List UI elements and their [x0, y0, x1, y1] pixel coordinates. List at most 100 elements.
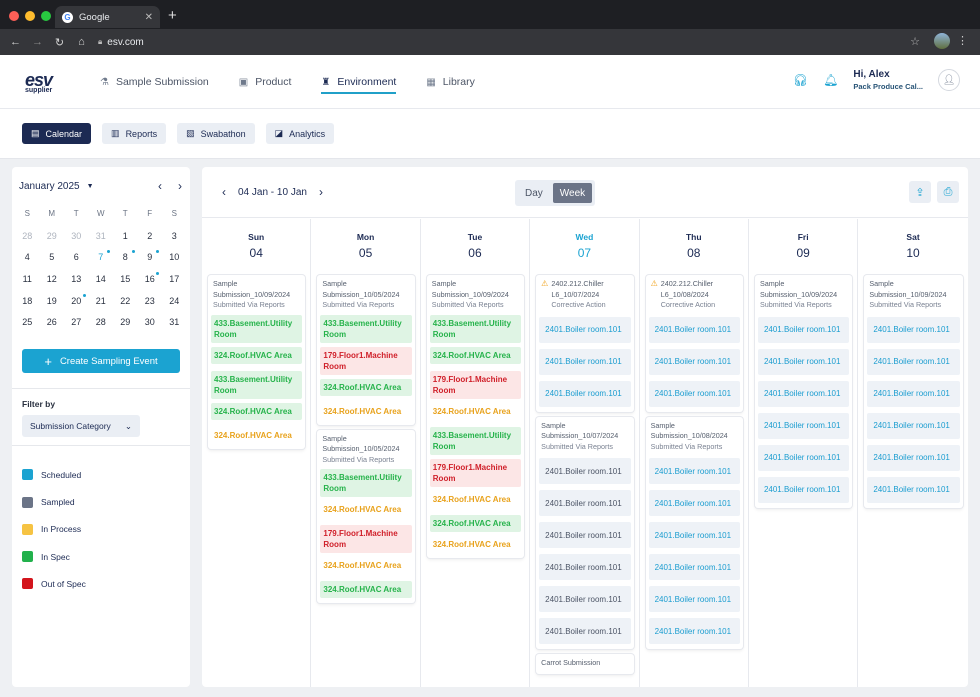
- subnav-calendar-button[interactable]: ▤ Calendar: [22, 123, 92, 144]
- sample-event[interactable]: 2401.Boiler room.101: [648, 554, 740, 580]
- calendar-day[interactable]: 17: [162, 268, 187, 290]
- sample-event[interactable]: 324.Roof.HVAC Area: [429, 402, 522, 420]
- esv-logo[interactable]: esv supplier: [25, 71, 53, 94]
- reload-icon[interactable]: ↻: [53, 36, 66, 49]
- sample-event[interactable]: 2401.Boiler room.101: [757, 444, 850, 471]
- upload-icon[interactable]: ⇪: [909, 181, 931, 203]
- sample-event[interactable]: 2401.Boiler room.101: [867, 316, 960, 343]
- calendar-day[interactable]: 1: [113, 225, 138, 247]
- submission-card[interactable]: Sample Submission_10/09/2024 Submitted Via…: [208, 275, 306, 449]
- sample-event[interactable]: 2401.Boiler room.101: [867, 412, 960, 439]
- maximize-window-button[interactable]: [41, 11, 51, 21]
- sample-event[interactable]: 324.Roof.HVAC Area: [320, 501, 412, 518]
- bell-icon[interactable]: 🔔︎: [823, 73, 838, 87]
- sample-event[interactable]: 2401.Boiler room.101: [539, 522, 631, 548]
- sample-event[interactable]: 433.Basement.Utility Room: [320, 469, 412, 497]
- back-icon[interactable]: ←: [9, 36, 22, 48]
- calendar-day[interactable]: 7: [89, 246, 114, 268]
- calendar-day[interactable]: 16: [138, 268, 163, 290]
- calendar-day[interactable]: 13: [64, 268, 89, 290]
- sample-event[interactable]: 324.Roof.HVAC Area: [320, 581, 412, 598]
- sample-event[interactable]: 324.Roof.HVAC Area: [320, 378, 412, 396]
- subnav-reports-button[interactable]: ▥ Reports: [102, 123, 167, 144]
- minimize-window-button[interactable]: [25, 11, 35, 21]
- sample-event[interactable]: 324.Roof.HVAC Area: [211, 346, 303, 364]
- calendar-day[interactable]: 28: [89, 311, 114, 333]
- sample-event[interactable]: 324.Roof.HVAC Area: [429, 535, 522, 553]
- submission-card[interactable]: Sample Submission_10/09/2024 Submitted Via…: [864, 275, 963, 508]
- sample-event[interactable]: 2401.Boiler room.101: [648, 586, 740, 612]
- submission-card[interactable]: Sample Submission_10/05/2024 Submitted Via…: [317, 275, 415, 425]
- user-avatar-icon[interactable]: 👤︎: [938, 69, 960, 91]
- next-week-icon[interactable]: ›: [319, 185, 323, 199]
- calendar-day[interactable]: 5: [40, 246, 65, 268]
- sample-event[interactable]: 2401.Boiler room.101: [867, 380, 960, 407]
- chevron-down-icon[interactable]: ▼: [87, 183, 94, 190]
- support-icon[interactable]: 🎧︎: [793, 73, 808, 87]
- sample-event[interactable]: 324.Roof.HVAC Area: [320, 557, 412, 574]
- submission-card[interactable]: Sample Submission_10/05/2024 Submitted Via…: [317, 429, 415, 603]
- sample-event[interactable]: 2401.Boiler room.101: [757, 412, 850, 439]
- bookmark-star-icon[interactable]: ☆: [910, 35, 920, 48]
- sample-event[interactable]: 2401.Boiler room.101: [757, 380, 850, 407]
- browser-menu-icon[interactable]: ⋮: [957, 34, 968, 47]
- sample-event[interactable]: 2401.Boiler room.101: [867, 444, 960, 471]
- sample-event[interactable]: 324.Roof.HVAC Area: [429, 514, 522, 532]
- print-icon[interactable]: ⎙: [937, 181, 959, 203]
- sample-event[interactable]: 2401.Boiler room.101: [648, 316, 740, 343]
- calendar-day[interactable]: 6: [64, 246, 89, 268]
- nav-product[interactable]: ▣ Product: [239, 55, 292, 109]
- sample-event[interactable]: 2401.Boiler room.101: [539, 348, 631, 375]
- sample-event[interactable]: 2401.Boiler room.101: [757, 476, 850, 503]
- month-select[interactable]: January 2025: [19, 181, 80, 192]
- calendar-day[interactable]: 31: [89, 225, 114, 247]
- sample-event[interactable]: 2401.Boiler room.101: [539, 380, 631, 407]
- sample-event[interactable]: 179.Floor1.Machine Room: [429, 458, 522, 487]
- sample-event[interactable]: 2401.Boiler room.101: [757, 316, 850, 343]
- sample-event[interactable]: 179.Floor1.Machine Room: [320, 525, 412, 553]
- submission-card[interactable]: Sample Submission_10/07/2024 Submitted Via…: [536, 416, 634, 649]
- sample-event[interactable]: 433.Basement.Utility Room: [211, 314, 303, 343]
- calendar-day[interactable]: 19: [40, 290, 65, 312]
- prev-month-icon[interactable]: ‹: [158, 179, 162, 193]
- calendar-day[interactable]: 18: [15, 290, 40, 312]
- submission-card[interactable]: Sample Submission_10/08/2024 Submitted Via…: [645, 416, 743, 649]
- submission-card[interactable]: ⚠ 2402.212.Chiller L6_10/08/2024 Correctiv…: [645, 275, 743, 412]
- sample-event[interactable]: 2401.Boiler room.101: [539, 316, 631, 343]
- sample-event[interactable]: 2401.Boiler room.101: [648, 458, 740, 484]
- calendar-day[interactable]: 27: [64, 311, 89, 333]
- calendar-day[interactable]: 15: [113, 268, 138, 290]
- calendar-day[interactable]: 22: [113, 290, 138, 312]
- forward-icon[interactable]: →: [31, 36, 44, 48]
- sample-event[interactable]: 2401.Boiler room.101: [867, 348, 960, 375]
- calendar-day[interactable]: 9: [138, 246, 163, 268]
- sample-event[interactable]: 433.Basement.Utility Room: [320, 314, 412, 343]
- calendar-day[interactable]: 3: [162, 225, 187, 247]
- calendar-day[interactable]: 26: [40, 311, 65, 333]
- calendar-day[interactable]: 31: [162, 311, 187, 333]
- calendar-day[interactable]: 8: [113, 246, 138, 268]
- submission-card[interactable]: ⚠ 2402.212.Chiller L6_10/07/2024 Correctiv…: [536, 275, 634, 412]
- sample-event[interactable]: 2401.Boiler room.101: [648, 380, 740, 407]
- submission-card[interactable]: Sample Submission_10/09/2024 Submitted Via…: [426, 275, 525, 558]
- calendar-day[interactable]: 12: [40, 268, 65, 290]
- sample-event[interactable]: 2401.Boiler room.101: [867, 476, 960, 503]
- tab-close-icon[interactable]: ✕: [145, 12, 153, 23]
- calendar-day[interactable]: 4: [15, 246, 40, 268]
- sample-event[interactable]: 2401.Boiler room.101: [757, 348, 850, 375]
- submission-category-select[interactable]: Submission Category ⌄: [22, 415, 140, 438]
- sample-event[interactable]: 324.Roof.HVAC Area: [429, 490, 522, 508]
- day-view-button[interactable]: Day: [518, 183, 550, 203]
- sample-event[interactable]: 433.Basement.Utility Room: [429, 314, 522, 343]
- calendar-day[interactable]: 21: [89, 290, 114, 312]
- sample-event[interactable]: 324.Roof.HVAC Area: [429, 346, 522, 364]
- next-month-icon[interactable]: ›: [178, 179, 182, 193]
- calendar-day[interactable]: 25: [15, 311, 40, 333]
- calendar-day[interactable]: 29: [40, 225, 65, 247]
- subnav-analytics-button[interactable]: ◪ Analytics: [265, 123, 335, 144]
- close-window-button[interactable]: [9, 11, 19, 21]
- sample-event[interactable]: 2401.Boiler room.101: [539, 554, 631, 580]
- calendar-day[interactable]: 23: [138, 290, 163, 312]
- address-bar[interactable]: 🔒︎ esv.com: [98, 37, 144, 48]
- browser-tab[interactable]: G Google ✕: [55, 6, 160, 28]
